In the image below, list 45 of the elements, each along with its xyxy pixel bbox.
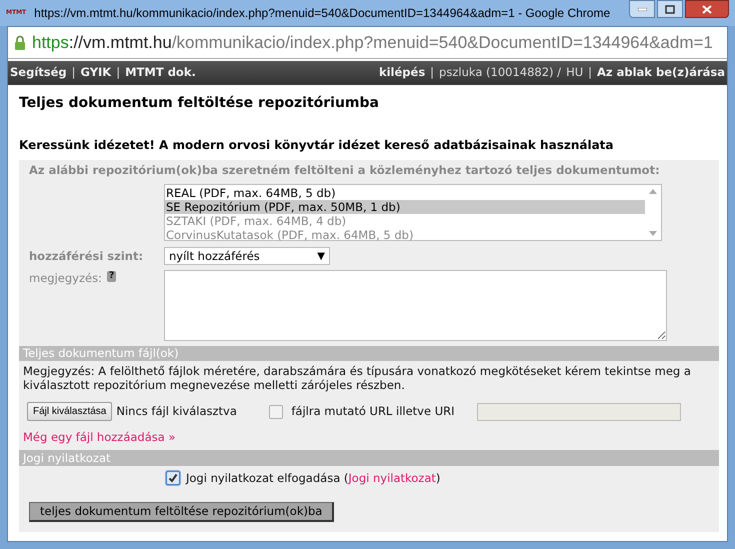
nav-link[interactable]: Segítség — [10, 64, 67, 82]
section-header: Teljes dokumentum fájl(ok) — [19, 346, 719, 362]
nav-text: HU — [566, 64, 584, 82]
repository-option[interactable]: REAL (PDF, max. 64MB, 5 db) — [165, 186, 645, 200]
close-button[interactable] — [685, 0, 729, 18]
padlock-icon — [14, 35, 26, 50]
repository-option[interactable]: SE Repozitórium (PDF, max. 50MB, 1 db) — [165, 200, 645, 214]
scroll-up-icon — [649, 189, 657, 194]
nav-separator: | — [588, 64, 592, 82]
note-label: megjegyzés: — [29, 270, 102, 288]
nav-separator: | — [116, 64, 120, 82]
section-header: Jogi nyilatkozat — [19, 450, 719, 466]
checkmark-icon — [168, 473, 178, 484]
nav-text: pszluka (10014882) / — [439, 64, 562, 82]
file-status: Nincs fájl kiválasztva — [116, 403, 238, 420]
close-icon — [702, 4, 712, 14]
maximize-button[interactable] — [657, 0, 683, 18]
address-url: https://vm.mtmt.hu/kommunikacio/index.php?menuid=540&DocumentID=1344964&adm=1 — [32, 32, 713, 54]
access-dropdown[interactable]: nyílt hozzáférés ▼ — [164, 247, 330, 266]
nav-link[interactable]: Az ablak be(z)árása — [597, 64, 725, 82]
nav-separator: | — [72, 64, 76, 82]
file-notice: Megjegyzés: A felölthető fájlok méretére, darabszámára és típusára vonatkozó megkötéseket kérem tekintse meg a kiválasztott repozitórium megnevezése melletti zárójeles részben. — [22, 363, 692, 392]
page-subheading: Keressünk idézetet! A modern orvosi könyvtár idézet kereső adatbázisainak használata — [19, 137, 615, 154]
scroll-down-icon — [649, 231, 657, 236]
checkbox[interactable] — [269, 404, 284, 419]
window-title: https://vm.mtmt.hu/kommunikacio/index.php?menuid=540&DocumentID=1344964&adm=1 - Google Chrome — [34, 5, 612, 22]
url-checkbox-label: fájlra mutató URL illetve URI — [291, 403, 456, 420]
minimize-button[interactable] — [629, 0, 655, 18]
nav-link[interactable]: GYIK — [80, 64, 112, 82]
page-heading: Teljes dokumentum feltöltése repozitóriumba — [19, 94, 380, 113]
access-label: hozzáférési szint: — [28, 248, 144, 265]
dropdown-arrow: ▼ — [317, 250, 325, 264]
nav-separator: | — [430, 64, 434, 82]
minimize-icon — [638, 8, 646, 10]
maximize-icon — [665, 4, 675, 14]
checkbox[interactable] — [166, 471, 180, 486]
repository-prompt: Az alábbi repozitórium(ok)ba szeretném feltölteni a közleményhez tartozó teljes dokumentumot: — [28, 162, 661, 179]
help-badge[interactable]: ? — [106, 271, 116, 282]
add-file-link[interactable]: Még egy fájl hozzáadása » — [19, 429, 180, 446]
submit-button[interactable]: teljes dokumentum feltöltése repozitórium(ok)ba — [29, 502, 334, 522]
choose-file-button[interactable]: Fájl kiválasztása — [27, 402, 112, 422]
legal-statement-link[interactable]: Jogi nyilatkozat — [348, 470, 436, 484]
nav-link[interactable]: kilépés — [378, 64, 426, 82]
nav-link[interactable]: MTMT dok. — [125, 64, 196, 82]
legal-acceptance-text: Jogi nyilatkozat elfogadása (Jogi nyilatkozat) — [186, 470, 440, 486]
